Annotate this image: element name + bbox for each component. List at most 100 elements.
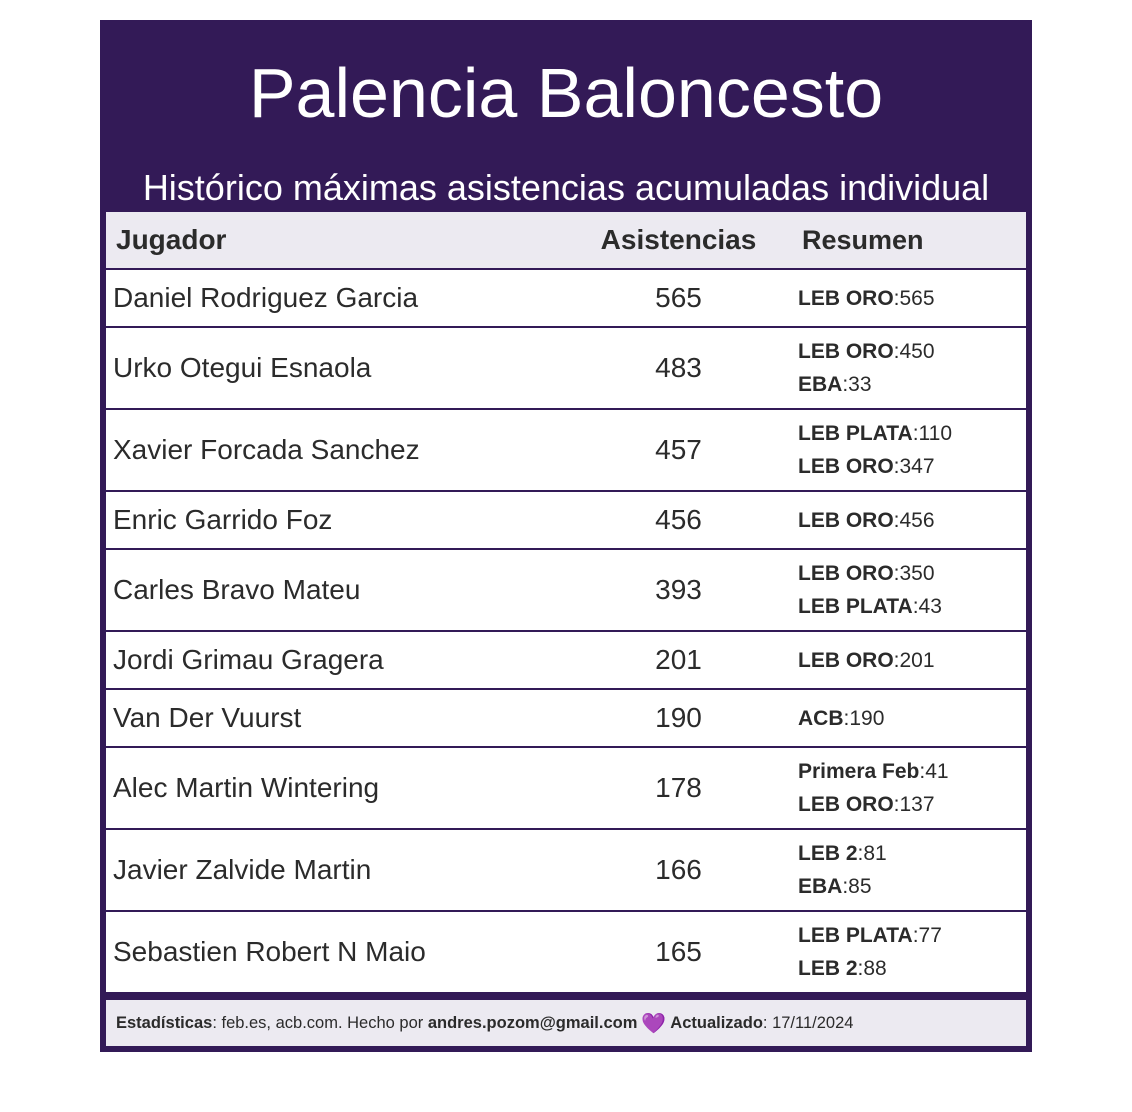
league-name: LEB ORO — [798, 508, 894, 532]
table-row: Sebastien Robert N Maio 165 LEB PLATA:77 LE… — [106, 910, 1026, 992]
summary-line: LEB PLATA:43 — [798, 590, 1026, 623]
player-name: Javier Zalvide Martin — [113, 854, 372, 885]
assists-value: 178 — [655, 772, 702, 803]
summary-cell: LEB ORO:201 — [791, 644, 1026, 677]
league-name: EBA — [798, 875, 843, 898]
summary-cell: ACB:190 — [791, 702, 1026, 735]
player-name: Sebastien Robert N Maio — [113, 936, 426, 967]
footer-email: andres.pozom@gmail.com — [427, 1013, 638, 1032]
league-assists: :81 — [857, 842, 887, 865]
summary-line: EBA:85 — [798, 870, 1026, 903]
assists-value: 201 — [655, 644, 702, 675]
league-assists: :43 — [912, 595, 942, 618]
league-assists: :190 — [843, 706, 885, 730]
assists-value: 165 — [655, 936, 702, 967]
table-row: Alec Martin Wintering 178 Primera Feb:41 LE… — [106, 746, 1026, 828]
league-assists: :137 — [893, 793, 935, 816]
assists-value: 483 — [655, 352, 702, 383]
table-row: Xavier Forcada Sanchez 457 LEB PLATA:110 LE… — [106, 408, 1026, 490]
table-row: Urko Otegui Esnaola 483 LEB ORO:450 EBA:33 — [106, 326, 1026, 408]
league-name: LEB ORO — [798, 562, 894, 585]
summary-line: LEB 2:81 — [798, 837, 1026, 870]
league-name: LEB ORO — [798, 648, 894, 672]
assists-value: 190 — [655, 702, 702, 733]
summary-cell: LEB ORO:450 EBA:33 — [791, 335, 1026, 401]
league-name: EBA — [798, 373, 843, 396]
assists-value: 166 — [655, 854, 702, 885]
league-name: LEB PLATA — [798, 595, 913, 618]
league-assists: :565 — [893, 286, 935, 310]
summary-line: LEB ORO:565 — [798, 282, 1026, 315]
league-assists: :110 — [912, 422, 953, 445]
table-row: Jordi Grimau Gragera 201 LEB ORO:201 — [106, 630, 1026, 688]
league-name: Primera Feb — [798, 760, 920, 783]
assists-value: 565 — [655, 282, 702, 313]
league-assists: :33 — [842, 373, 872, 396]
league-assists: :456 — [893, 508, 935, 532]
league-name: LEB ORO — [798, 286, 894, 310]
league-name: LEB PLATA — [798, 422, 913, 445]
summary-line: LEB ORO:347 — [798, 450, 1026, 483]
table-row: Van Der Vuurst 190 ACB:190 — [106, 688, 1026, 746]
footer-updated-label: Actualizado — [670, 1013, 763, 1032]
summary-line: LEB ORO:450 — [798, 335, 1026, 368]
header-summary: Resumen — [802, 224, 924, 255]
footer-updated-text: : 17/11/2024 — [762, 1013, 854, 1032]
league-name: ACB — [798, 706, 844, 730]
league-name: LEB ORO — [798, 340, 894, 363]
league-name: LEB PLATA — [798, 924, 913, 947]
assists-value: 393 — [655, 574, 702, 605]
assists-value: 457 — [655, 434, 702, 465]
table-header: Jugador Asistencias Resumen — [106, 212, 1026, 268]
table-row: Daniel Rodriguez Garcia 565 LEB ORO:565 — [106, 268, 1026, 326]
page-title: Palencia Baloncesto — [248, 54, 884, 132]
league-assists: :41 — [919, 760, 949, 783]
league-name: LEB 2 — [798, 957, 858, 980]
summary-cell: LEB PLATA:77 LEB 2:88 — [791, 919, 1026, 985]
assists-table: Jugador Asistencias Resumen Daniel Rodri… — [106, 212, 1026, 992]
footer-stats-text: : feb.es, acb.com. Hecho por — [212, 1013, 428, 1032]
header-assists: Asistencias — [600, 224, 757, 255]
player-name: Urko Otegui Esnaola — [113, 352, 372, 383]
table-row: Carles Bravo Mateu 393 LEB ORO:350 LEB PLAT… — [106, 548, 1026, 630]
player-name: Jordi Grimau Gragera — [113, 644, 384, 675]
stats-card: Palencia Baloncesto Histórico máximas as… — [100, 20, 1032, 1052]
league-assists: :88 — [857, 957, 887, 980]
league-assists: :347 — [893, 455, 935, 478]
summary-line: LEB ORO:456 — [798, 504, 1026, 537]
table-row: Javier Zalvide Martin 166 LEB 2:81 EBA:85 — [106, 828, 1026, 910]
player-name: Enric Garrido Foz — [113, 504, 333, 535]
league-assists: :77 — [912, 924, 942, 947]
league-assists: :85 — [842, 875, 872, 898]
summary-line: LEB ORO:137 — [798, 788, 1026, 821]
league-name: LEB 2 — [798, 842, 858, 865]
summary-line: LEB 2:88 — [798, 952, 1026, 985]
summary-line: LEB ORO:350 — [798, 557, 1026, 590]
summary-line: LEB ORO:201 — [798, 644, 1026, 677]
header-player: Jugador — [116, 224, 227, 255]
summary-line: LEB PLATA:110 — [798, 417, 1026, 450]
page-subtitle: Histórico máximas asistencias acumuladas… — [142, 167, 990, 208]
summary-cell: LEB 2:81 EBA:85 — [791, 837, 1026, 903]
footer-stats-label: Estadísticas — [116, 1013, 213, 1032]
summary-line: LEB PLATA:77 — [798, 919, 1026, 952]
summary-cell: Primera Feb:41 LEB ORO:137 — [791, 755, 1026, 821]
heart-icon: 💜 — [641, 1012, 667, 1035]
player-name: Alec Martin Wintering — [113, 772, 380, 803]
player-name: Daniel Rodriguez Garcia — [113, 282, 419, 313]
footer: Estadísticas : feb.es, acb.com. Hecho po… — [106, 1000, 1026, 1046]
summary-cell: LEB ORO:456 — [791, 504, 1026, 537]
assists-value: 456 — [655, 504, 702, 535]
summary-line: EBA:33 — [798, 368, 1026, 401]
summary-line: Primera Feb:41 — [798, 755, 1026, 788]
league-assists: :201 — [893, 648, 935, 672]
summary-cell: LEB ORO:350 LEB PLATA:43 — [791, 557, 1026, 623]
summary-cell: LEB ORO:565 — [791, 282, 1026, 315]
summary-cell: LEB PLATA:110 LEB ORO:347 — [791, 417, 1026, 483]
league-assists: :450 — [893, 340, 935, 363]
summary-line: ACB:190 — [798, 702, 1026, 735]
table-row: Enric Garrido Foz 456 LEB ORO:456 — [106, 490, 1026, 548]
league-assists: :350 — [893, 562, 935, 585]
player-name: Carles Bravo Mateu — [113, 574, 361, 605]
player-name: Xavier Forcada Sanchez — [113, 434, 420, 465]
